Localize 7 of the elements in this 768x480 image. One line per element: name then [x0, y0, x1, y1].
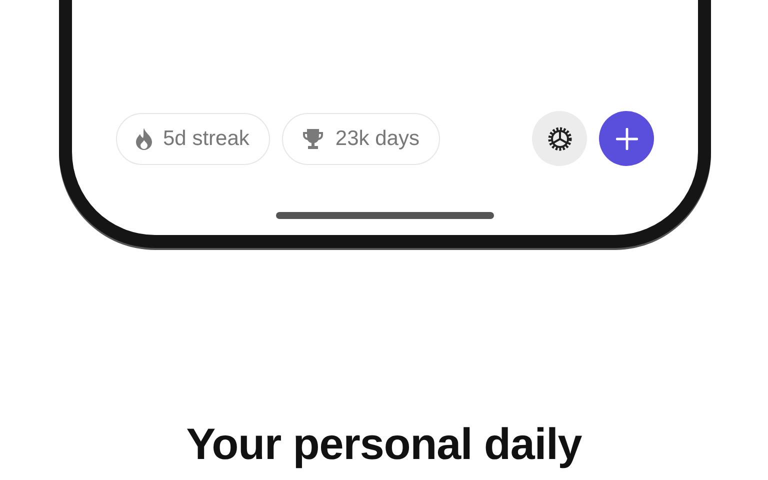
flame-icon — [135, 126, 153, 150]
page-heading: Your personal daily — [186, 420, 582, 470]
stat-label: 23k days — [335, 126, 420, 150]
plus-icon — [616, 128, 638, 150]
stat-label: 5d streak — [163, 126, 250, 150]
trophy-icon — [301, 126, 326, 150]
settings-icon — [546, 124, 574, 152]
